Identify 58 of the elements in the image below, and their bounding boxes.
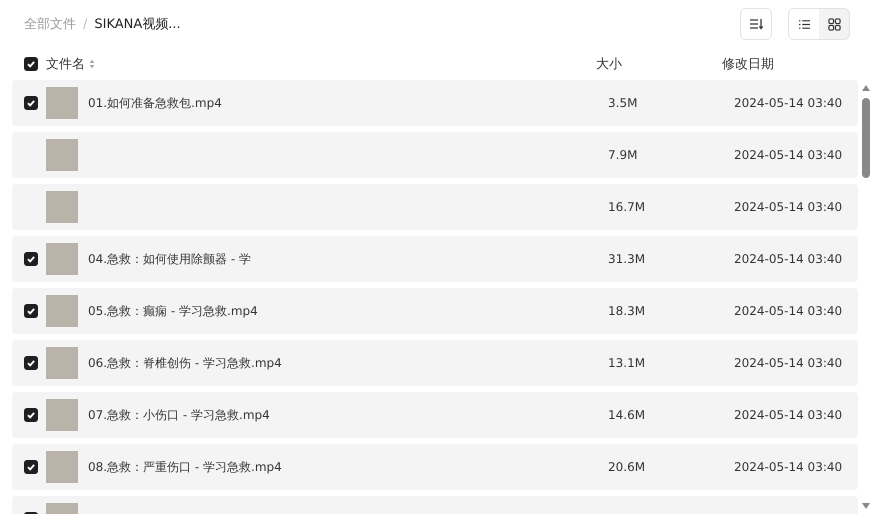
file-name: 01.如何准备急救包.mp4	[88, 94, 222, 112]
file-size: 18.3M	[608, 304, 646, 318]
photo-placeholder	[46, 347, 78, 379]
scroll-up-icon[interactable]	[861, 84, 871, 92]
checkbox[interactable]	[24, 252, 38, 266]
breadcrumb-separator: /	[83, 16, 88, 32]
photo-placeholder	[46, 243, 78, 275]
file-name: 08.急救：严重伤口 - 学习急救.mp4	[88, 458, 282, 476]
modified-date: 2024-05-14 03:40	[734, 408, 842, 422]
file-row[interactable]: 04.急救：如何使用除颤器 - 学 31.3M 2024-05-14 03:40	[12, 236, 858, 282]
modified-date: 2024-05-14 03:40	[734, 96, 842, 110]
file-size: 13.1M	[608, 356, 646, 370]
file-row[interactable]: 01.如何准备急救包.mp4 3.5M 2024-05-14 03:40	[12, 80, 858, 126]
modified-date: 2024-05-14 03:40	[734, 252, 842, 266]
breadcrumb-item: SIKANA视频...	[94, 16, 181, 33]
sort-icon	[749, 18, 763, 30]
file-row[interactable]: 07.急救：小伤口 - 学习急救.mp4 14.6M 2024-05-14 03:40	[12, 392, 858, 438]
scrollbar-thumb[interactable]	[862, 98, 870, 178]
checkbox[interactable]	[24, 304, 38, 318]
column-header[interactable]: 大小	[593, 55, 722, 73]
grid-icon	[828, 18, 840, 30]
checkbox[interactable]	[24, 460, 38, 474]
file-name: 06.急救：脊椎创伤 - 学习急救.mp4	[88, 354, 282, 372]
file-name: 04.急救：如何使用除颤器 - 学	[88, 250, 252, 268]
column-header[interactable]: 文件名	[46, 55, 85, 73]
file-row[interactable]: 06.急救：脊椎创伤 - 学习急救.mp4 13.1M 2024-05-14 03:40	[12, 340, 858, 386]
file-size: 16.7M	[608, 200, 646, 214]
checkbox[interactable]	[24, 356, 38, 370]
file-row[interactable]: 7.9M 2024-05-14 03:40	[12, 132, 858, 178]
photo-placeholder	[46, 399, 78, 431]
photo-placeholder	[46, 139, 78, 171]
sort-button[interactable]	[740, 8, 772, 40]
scroll-down-icon[interactable]	[861, 502, 871, 510]
modified-date: 2024-05-14 03:40	[734, 460, 842, 474]
list-icon	[798, 18, 810, 30]
file-row[interactable]: 05.急救：癫痫 - 学习急救.mp4 18.3M 2024-05-14 03:40	[12, 288, 858, 334]
file-size: 14.6M	[608, 408, 646, 422]
photo-placeholder	[46, 295, 78, 327]
photo-placeholder	[46, 451, 78, 483]
checkbox[interactable]	[24, 96, 38, 110]
photo-placeholder	[46, 191, 78, 223]
file-size: 20.6M	[608, 460, 646, 474]
file-name: 07.急救：小伤口 - 学习急救.mp4	[88, 406, 270, 424]
modified-date: 2024-05-14 03:40	[734, 304, 842, 318]
photo-placeholder	[46, 87, 78, 119]
file-row[interactable]: 08.急救：严重伤口 - 学习急救.mp4 20.6M 2024-05-14 03:40	[12, 444, 858, 490]
file-size: 31.3M	[608, 252, 646, 266]
file-name: 05.急救：癫痫 - 学习急救.mp4	[88, 302, 258, 320]
list-view-button[interactable]	[789, 9, 819, 39]
file-size: 7.9M	[608, 148, 638, 162]
modified-date: 2024-05-14 03:40	[734, 356, 842, 370]
checkbox[interactable]	[24, 57, 38, 71]
modified-date: 2024-05-14 03:40	[734, 200, 842, 214]
modified-date: 2024-05-14 03:40	[734, 148, 842, 162]
checkbox[interactable]	[24, 408, 38, 422]
file-size: 3.5M	[608, 96, 638, 110]
column-header[interactable]: 修改日期	[722, 55, 846, 73]
file-row[interactable]: 16.7M 2024-05-14 03:40	[12, 184, 858, 230]
